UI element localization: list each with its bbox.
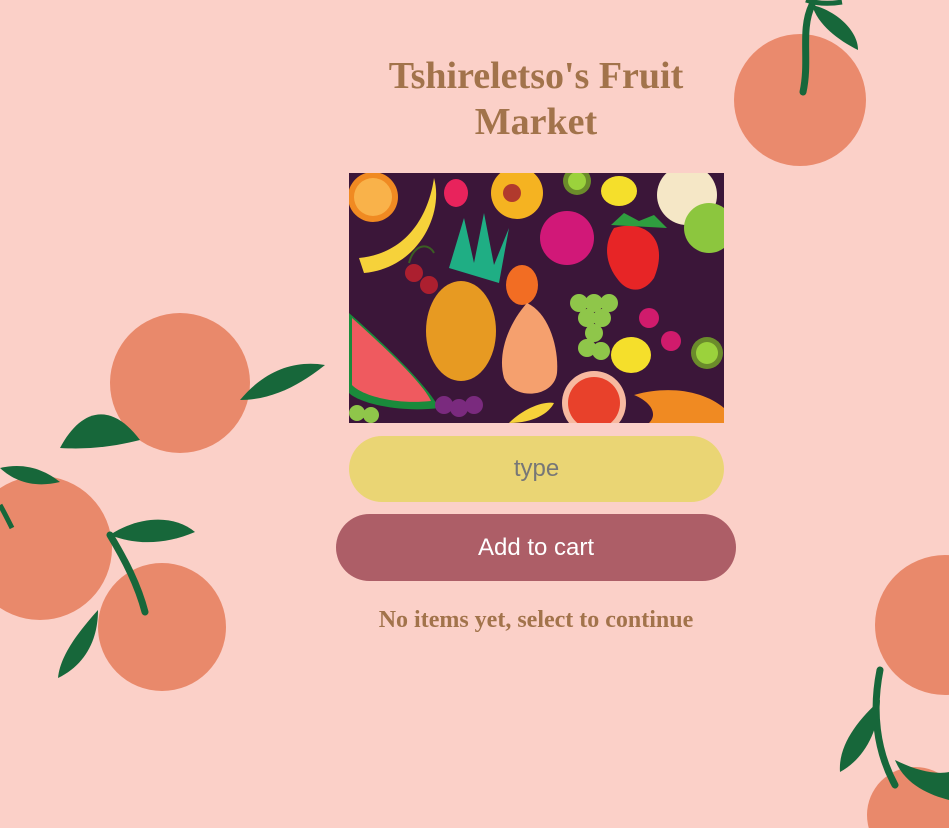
- add-to-cart-button[interactable]: Add to cart: [336, 514, 736, 581]
- fruit-type-input[interactable]: [349, 436, 724, 502]
- fruit-illustration: [349, 173, 724, 423]
- page-title: Tshireletso's Fruit Market: [388, 55, 684, 143]
- cart-status-text: No items yet, select to continue: [378, 607, 694, 633]
- app-container: Tshireletso's Fruit Market type Add to c…: [0, 0, 949, 828]
- assorted-fruit-icon: [349, 173, 724, 423]
